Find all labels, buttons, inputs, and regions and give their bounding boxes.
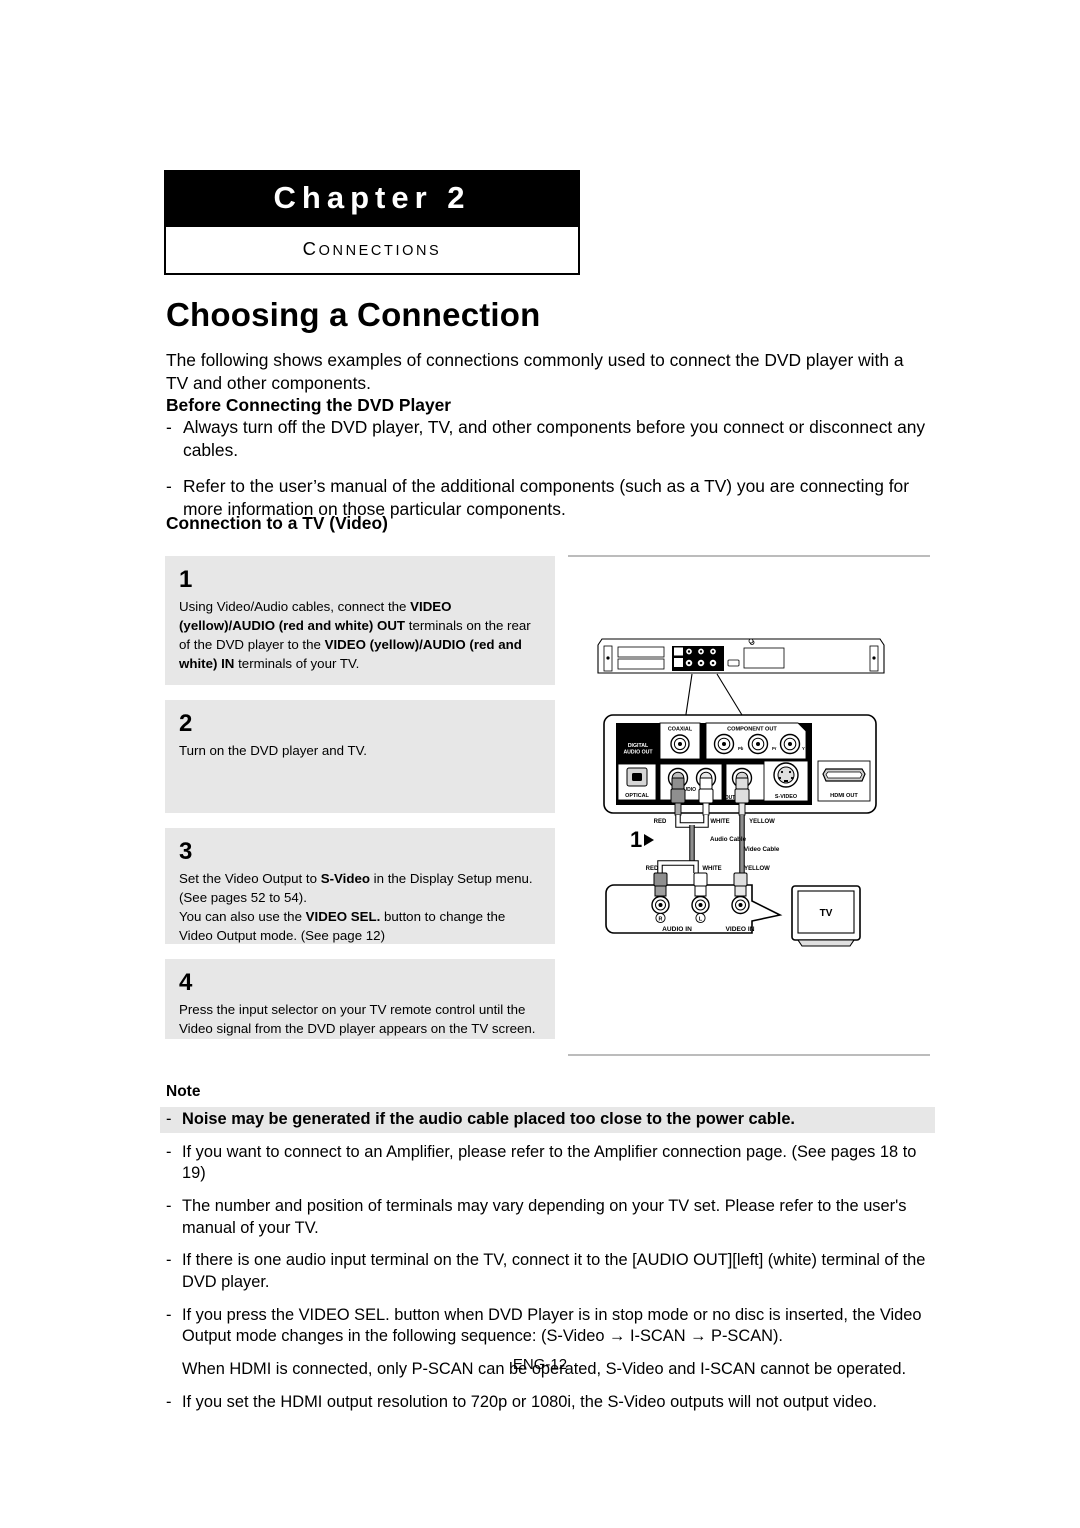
list-item: - If you press the VIDEO SEL. button whe… (166, 1305, 934, 1348)
diagram-top-divider (568, 555, 930, 557)
step-number: 1 (179, 566, 193, 593)
step-text: Turn on the DVD player and TV. (179, 743, 367, 758)
label-y: Y (802, 746, 805, 751)
list-item: - If there is one audio input terminal o… (166, 1250, 934, 1293)
step-text: Set the Video Output to S-Video in the D… (179, 871, 533, 943)
step-text: Press the input selector on your TV remo… (179, 1002, 536, 1036)
label-jack-r: R (659, 916, 663, 922)
chapter-header-block: Chapter 2 CONNECTIONS (164, 170, 580, 275)
step-box-4: 4 Press the input selector on your TV re… (165, 959, 555, 1039)
label-red-top: RED (654, 819, 667, 825)
page-footer: ENG-12 (512, 1356, 568, 1373)
label-white-top: WHITE (710, 819, 729, 825)
label-pr: Pr (772, 746, 777, 751)
step-number: 4 (179, 969, 193, 996)
bullet-dash: - (166, 1196, 172, 1215)
label-component-out: COMPONENT OUT (727, 727, 777, 733)
tv-set: TV (791, 885, 861, 947)
intro-paragraph: The following shows examples of connecti… (166, 350, 904, 393)
chapter-subtitle-initial: C (302, 237, 319, 259)
bullet-dash: - (166, 417, 172, 437)
step-text: Using Video/Audio cables, connect the VI… (179, 599, 531, 671)
page-title: Choosing a Connection (166, 296, 541, 333)
list-item: - Always turn off the DVD player, TV, an… (166, 416, 930, 462)
before-connecting-heading: Before Connecting the DVD Player (166, 395, 452, 415)
dvd-rear-chassis (597, 638, 885, 722)
connection-to-tv-heading: Connection to a TV (Video) (166, 513, 388, 533)
label-optical: OPTICAL (625, 793, 649, 799)
list-item: - If you set the HDMI output resolution … (166, 1392, 934, 1414)
label-red-bottom: RED (646, 866, 659, 872)
step-marker-1: 1 (630, 827, 642, 852)
bullet-dash: - (166, 1110, 172, 1128)
cable-labels-player: RED WHITE YELLOW (654, 819, 776, 825)
bullet-text: If there is one audio input terminal on … (182, 1251, 926, 1291)
bullet-text: If you set the HDMI output resolution to… (182, 1392, 877, 1411)
label-out: OUT (725, 795, 736, 801)
label-digital: DIGITAL (628, 743, 649, 749)
manual-page: Chapter 2 CONNECTIONS Choosing a Connect… (0, 0, 1080, 1528)
step-number: 2 (179, 710, 193, 737)
diagram-bottom-divider (568, 1054, 930, 1056)
label-s-video: S-VIDEO (775, 794, 797, 800)
bullet-text: The number and position of terminals may… (182, 1196, 907, 1237)
label-video-cable: Video Cable (744, 846, 780, 853)
list-item: - The number and position of terminals m… (166, 1196, 934, 1239)
label-coaxial: COAXIAL (668, 727, 693, 733)
label-audio-out: AUDIO OUT (623, 750, 653, 756)
bullet-text: If you want to connect to an Amplifier, … (182, 1142, 917, 1183)
tv-input-panel: R L AUDIO IN VIDEO IN (605, 872, 783, 934)
bullet-text: Noise may be generated if the audio cabl… (182, 1110, 795, 1128)
step-box-1: 1 Using Video/Audio cables, connect the … (165, 556, 555, 685)
step-box-3: 3 Set the Video Output to S-Video in the… (165, 828, 555, 944)
label-yellow-bottom: YELLOW (744, 866, 770, 872)
before-connecting-bullets: - Always turn off the DVD player, TV, an… (166, 416, 930, 521)
chapter-subtitle: CONNECTIONS (166, 226, 578, 273)
label-white-bottom: WHITE (702, 866, 721, 872)
step-box-2: 2 Turn on the DVD player and TV. (165, 700, 555, 813)
chapter-title: Chapter 2 (166, 172, 578, 227)
bullet-text: Always turn off the DVD player, TV, and … (183, 417, 926, 460)
bullet-dash: - (166, 1142, 172, 1161)
step-number: 3 (179, 838, 193, 865)
label-yellow-top: YELLOW (749, 819, 775, 825)
label-audio-cable: Audio Cable (710, 836, 747, 843)
bullet-text: If you press the VIDEO SEL. button when … (182, 1305, 922, 1346)
note-list: - Noise may be generated if the audio ca… (166, 1109, 934, 1424)
label-pb: Pb (738, 746, 744, 751)
label-video-in: VIDEO IN (726, 926, 755, 933)
bullet-dash: - (166, 1392, 172, 1411)
chapter-subtitle-rest: ONNECTIONS (318, 242, 442, 259)
label-hdmi-out: HDMI OUT (830, 793, 858, 799)
list-item: - Noise may be generated if the audio ca… (166, 1109, 934, 1131)
connection-diagram: .ln { fill:none; stroke:#000; stroke-wid… (592, 633, 892, 951)
list-item: - If you want to connect to an Amplifier… (166, 1142, 934, 1185)
bullet-dash: - (166, 1305, 172, 1324)
label-tv: TV (820, 908, 833, 919)
connector-panel: DIGITAL AUDIO OUT COAXIAL COMPONENT OUT … (603, 714, 877, 816)
cable-labels-tv: RED WHITE YELLOW (646, 866, 771, 872)
bullet-dash: - (166, 1251, 172, 1270)
label-audio-in: AUDIO IN (662, 926, 692, 933)
steps-column: 1 Using Video/Audio cables, connect the … (165, 556, 555, 1054)
note-label: Note (166, 1083, 201, 1100)
